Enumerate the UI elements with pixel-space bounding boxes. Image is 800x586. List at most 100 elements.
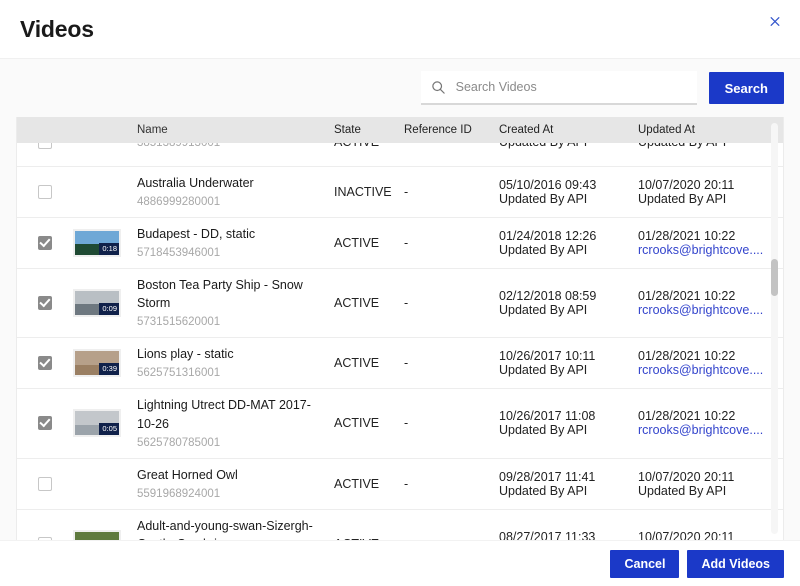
row-checkbox[interactable] [38,477,52,491]
row-checkbox[interactable] [38,185,52,199]
table-scrollbar[interactable] [771,123,778,534]
thumbnail-upper [75,532,119,540]
video-duration-badge: 0:18 [99,243,119,256]
video-name: Lightning Utrect DD-MAT 2017-10-26 [137,396,324,432]
updated-at-date: 01/28/2021 10:22 [638,409,783,423]
video-thumbnail[interactable]: 0:05 [73,409,121,437]
updated-at-date: 01/28/2021 10:22 [638,229,783,243]
updated-by-link[interactable]: rcrooks@brightcove.... [638,423,783,437]
table-row[interactable]: Australia Underwater4886999280001INACTIV… [17,167,783,218]
table-row[interactable]: 0:09 Boston Tea Party Ship - Snow Storm57… [17,269,783,338]
updated-at-date: 10/07/2020 20:11 [638,530,783,540]
scrollbar-thumb[interactable] [771,259,778,296]
video-id: 5718453946001 [137,246,324,261]
row-created-at: 09/28/2017 11:41Updated By API [499,459,638,509]
video-thumbnail[interactable]: 0:09 [73,289,121,317]
modal-footer: Cancel Add Videos [0,540,800,586]
row-select-cell [17,389,73,457]
row-state: ACTIVE [334,338,404,388]
row-select-cell [17,218,73,268]
video-thumbnail[interactable]: 0:39 [73,349,121,377]
row-updated-at: 01/28/2021 10:22rcrooks@brightcove.... [638,218,783,268]
video-duration-badge: 0:39 [99,363,119,376]
row-checkbox[interactable] [38,143,52,149]
table-row[interactable]: 0:05Lightning Utrect DD-MAT 2017-10-2656… [17,389,783,458]
row-updated-at: 10/07/2020 20:11Updated By API [638,459,783,509]
search-button[interactable]: Search [709,72,784,104]
add-videos-button[interactable]: Add Videos [687,550,784,578]
row-checkbox[interactable] [38,356,52,370]
updated-by-link[interactable]: rcrooks@brightcove.... [638,363,783,377]
row-reference-id: - [404,389,499,457]
row-state: INACTIVE [334,167,404,217]
table-rows: 3851389913001ACTIVE-Updated By APIUpdate… [17,143,783,540]
row-checkbox[interactable] [38,296,52,310]
created-by: Updated By API [499,423,638,437]
search-field-wrapper[interactable] [421,71,697,105]
updated-by-link[interactable]: rcrooks@brightcove.... [638,303,783,317]
table-row[interactable]: Great Horned Owl5591968924001ACTIVE-09/2… [17,459,783,510]
row-updated-at: 01/28/2021 10:22rcrooks@brightcove.... [638,269,783,337]
row-created-at: 05/10/2016 09:43Updated By API [499,167,638,217]
row-select-cell [17,338,73,388]
page-title: Videos [20,16,94,43]
row-name-cell: Budapest - DD, static 5718453946001 [137,218,334,268]
video-name: Australia Underwater [137,174,324,192]
row-thumbnail-cell: 0:09 [73,269,137,337]
row-checkbox[interactable] [38,416,52,430]
table-header-row: Name State Reference ID Created At Updat… [17,117,783,143]
updated-by-link[interactable]: rcrooks@brightcove.... [638,243,783,257]
row-select-cell [17,143,73,166]
video-name: Budapest - DD, static [137,225,324,243]
created-by: Updated By API [499,143,638,149]
row-name-cell: Lions play - static5625751316001 [137,338,334,388]
row-checkbox[interactable] [38,236,52,250]
row-updated-at: Updated By API [638,143,783,166]
row-reference-id: - [404,218,499,268]
search-input[interactable] [454,79,687,95]
updated-by: Updated By API [638,192,783,206]
row-state: ACTIVE [334,269,404,337]
row-select-cell [17,269,73,337]
row-created-at: Updated By API [499,143,638,166]
created-at-date: 10/26/2017 10:11 [499,349,638,363]
row-updated-at: 10/07/2020 20:11Updated By API [638,167,783,217]
row-name-cell: Great Horned Owl 5591968924001 [137,459,334,509]
video-id: 5591968924001 [137,487,324,502]
row-reference-id: - [404,167,499,217]
row-thumbnail-cell: 0:05 [73,389,137,457]
row-name-cell: 3851389913001 [137,143,334,166]
updated-at-date: 10/07/2020 20:11 [638,470,783,484]
video-thumbnail[interactable]: 0:16 [73,530,121,540]
row-created-at: 10/26/2017 10:11Updated By API [499,338,638,388]
created-at-date: 02/12/2018 08:59 [499,289,638,303]
video-name: Adult-and-young-swan-Sizergh-Castle-Cumb… [137,517,324,540]
search-icon [431,80,446,95]
table-row[interactable]: 0:39 Lions play - static5625751316001ACTI… [17,338,783,389]
table-row[interactable]: 3851389913001ACTIVE-Updated By APIUpdate… [17,143,783,167]
created-at-date: 08/27/2017 11:33 [499,530,638,540]
row-state: ACTIVE [334,510,404,540]
close-icon[interactable] [764,10,786,32]
table-row[interactable]: 0:16 Adult-and-young-swan-Sizergh-Castle-… [17,510,783,540]
row-checkbox[interactable] [38,537,52,540]
table-body: 3851389913001ACTIVE-Updated By APIUpdate… [17,143,783,540]
cancel-button[interactable]: Cancel [610,550,679,578]
row-name-cell: Boston Tea Party Ship - Snow Storm573151… [137,269,334,337]
video-id: 5731515620001 [137,315,324,330]
row-thumbnail-cell: 0:16 [73,510,137,540]
updated-at-date: 10/07/2020 20:11 [638,178,783,192]
created-at-date: 10/26/2017 11:08 [499,409,638,423]
created-at-date: 09/28/2017 11:41 [499,470,638,484]
modal-header: Videos [0,0,800,58]
row-thumbnail-cell [73,143,137,166]
row-reference-id: - [404,510,499,540]
row-created-at: 02/12/2018 08:59Updated By API [499,269,638,337]
row-created-at: 01/24/2018 12:26Updated By API [499,218,638,268]
row-reference-id: - [404,269,499,337]
updated-by: Updated By API [638,484,783,498]
video-name: Great Horned Owl [137,466,324,484]
row-reference-id: - [404,143,499,166]
video-thumbnail[interactable]: 0:18 [73,229,121,257]
table-row[interactable]: 0:18Budapest - DD, static5718453946001AC… [17,218,783,269]
